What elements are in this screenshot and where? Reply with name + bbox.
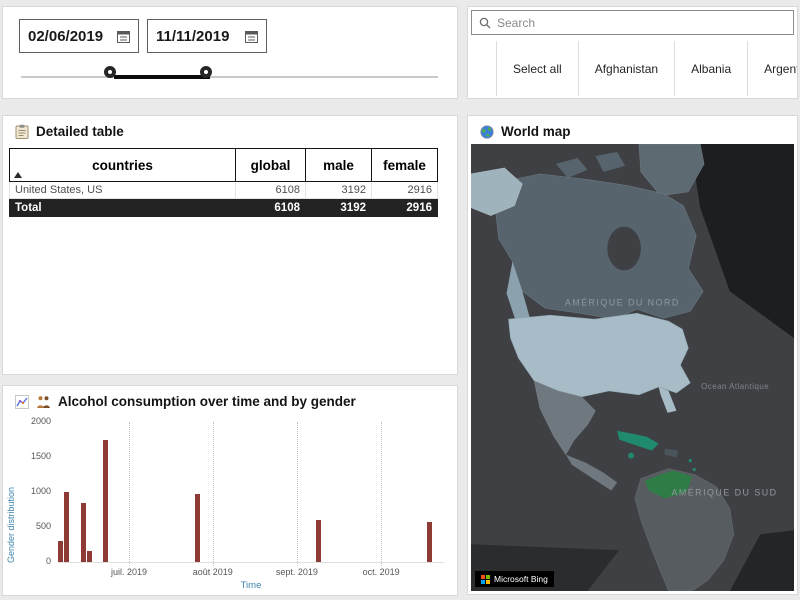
y-axis-title: Gender distribution — [6, 422, 16, 563]
dashboard: 02/06/2019 11/11/2019 — [0, 0, 800, 600]
bar-chart-panel: Alcohol consumption over time and by gen… — [2, 385, 458, 596]
map-label-atlantic-ocean: Ocean Atlantique — [701, 382, 769, 391]
globe-icon — [480, 125, 494, 139]
country-filter-item[interactable]: Select all — [496, 41, 579, 96]
chart-title: Alcohol consumption over time and by gen… — [58, 394, 356, 409]
date-slider-selected-range[interactable] — [114, 75, 210, 79]
start-date-value: 02/06/2019 — [28, 28, 103, 45]
gridline — [129, 422, 130, 566]
search-icon — [479, 17, 491, 29]
line-chart-icon — [15, 395, 29, 409]
people-icon — [36, 395, 51, 409]
bar[interactable] — [64, 492, 69, 562]
country-filter-list: Select allAfghanistanAlbaniaArgentina — [468, 41, 797, 96]
microsoft-logo-icon — [481, 575, 490, 584]
cell-male[interactable]: 3192 — [306, 182, 372, 199]
map-label-north-america: AMÉRIQUE DU NORD — [565, 297, 680, 307]
cell-female[interactable]: 2916 — [372, 182, 438, 199]
table-header-row: countries global male female — [10, 149, 438, 182]
sort-ascending-icon — [14, 172, 22, 178]
total-female: 2916 — [372, 199, 438, 217]
search-box — [471, 10, 794, 35]
x-tick-label: août 2019 — [193, 567, 233, 577]
end-date-value: 11/11/2019 — [156, 28, 229, 45]
clipboard-icon — [15, 124, 29, 139]
map-panel-title: World map — [468, 116, 797, 139]
start-date-input[interactable]: 02/06/2019 — [19, 19, 139, 53]
column-header-global[interactable]: global — [236, 149, 306, 182]
country-filter-item[interactable]: Afghanistan — [579, 41, 675, 96]
country-filter-item[interactable]: Argentina — [748, 41, 797, 96]
y-tick-label: 2000 — [31, 416, 51, 426]
country-filter-item[interactable]: Albania — [675, 41, 748, 96]
bar[interactable] — [81, 503, 86, 563]
x-tick-label: sept. 2019 — [276, 567, 318, 577]
y-tick-label: 0 — [46, 556, 51, 566]
x-tick-label: oct. 2019 — [363, 567, 400, 577]
column-header-label: countries — [92, 158, 153, 173]
bar-plot: juil. 2019août 2019sept. 2019oct. 201905… — [58, 422, 444, 563]
column-header-countries[interactable]: countries — [10, 149, 236, 182]
world-map-graphic: AMÉRIQUE DU NORD Ocean Atlantique AMÉRIQ… — [471, 144, 794, 591]
calendar-icon — [245, 30, 258, 43]
map-canvas[interactable]: AMÉRIQUE DU NORD Ocean Atlantique AMÉRIQ… — [471, 144, 794, 591]
table-panel-title: Detailed table — [3, 116, 457, 139]
gridline — [297, 422, 298, 566]
y-tick-label: 500 — [36, 521, 51, 531]
calendar-icon — [117, 30, 130, 43]
x-axis-title: Time — [58, 580, 444, 591]
total-male: 3192 — [306, 199, 372, 217]
world-map-panel: World map — [467, 115, 798, 595]
table-total-row: Total 6108 3192 2916 — [10, 199, 438, 217]
table-title: Detailed table — [36, 124, 124, 139]
date-slider-track[interactable] — [21, 76, 438, 78]
table-row[interactable]: United States, US 6108 3192 2916 — [10, 182, 438, 199]
country-filter-panel: Select allAfghanistanAlbaniaArgentina — [467, 6, 798, 99]
total-label: Total — [10, 199, 236, 217]
bar[interactable] — [195, 494, 200, 562]
bar[interactable] — [316, 520, 321, 562]
y-tick-label: 1000 — [31, 486, 51, 496]
date-slider-handle-start[interactable] — [104, 66, 116, 78]
gridline — [213, 422, 214, 566]
date-slider-handle-end[interactable] — [200, 66, 212, 78]
search-input[interactable] — [497, 16, 786, 30]
column-header-female[interactable]: female — [372, 149, 438, 182]
bar[interactable] — [58, 541, 63, 562]
column-header-male[interactable]: male — [306, 149, 372, 182]
total-global: 6108 — [236, 199, 306, 217]
y-tick-label: 1500 — [31, 451, 51, 461]
chart-panel-title: Alcohol consumption over time and by gen… — [3, 386, 457, 409]
map-attribution: Microsoft Bing — [475, 571, 554, 587]
detailed-table-panel: Detailed table countries global male fem… — [2, 115, 458, 375]
map-attribution-text: Microsoft Bing — [494, 574, 548, 584]
bar[interactable] — [87, 551, 92, 562]
x-tick-label: juil. 2019 — [111, 567, 147, 577]
cell-global[interactable]: 6108 — [236, 182, 306, 199]
end-date-input[interactable]: 11/11/2019 — [147, 19, 267, 53]
detailed-table: countries global male female United Stat… — [9, 148, 438, 217]
bar[interactable] — [103, 440, 108, 563]
gridline — [381, 422, 382, 566]
cell-country[interactable]: United States, US — [10, 182, 236, 199]
bar[interactable] — [427, 522, 432, 562]
date-slicer-panel: 02/06/2019 11/11/2019 — [2, 6, 458, 99]
map-title: World map — [501, 124, 571, 139]
map-label-south-america: AMÉRIQUE DU SUD — [672, 487, 778, 497]
